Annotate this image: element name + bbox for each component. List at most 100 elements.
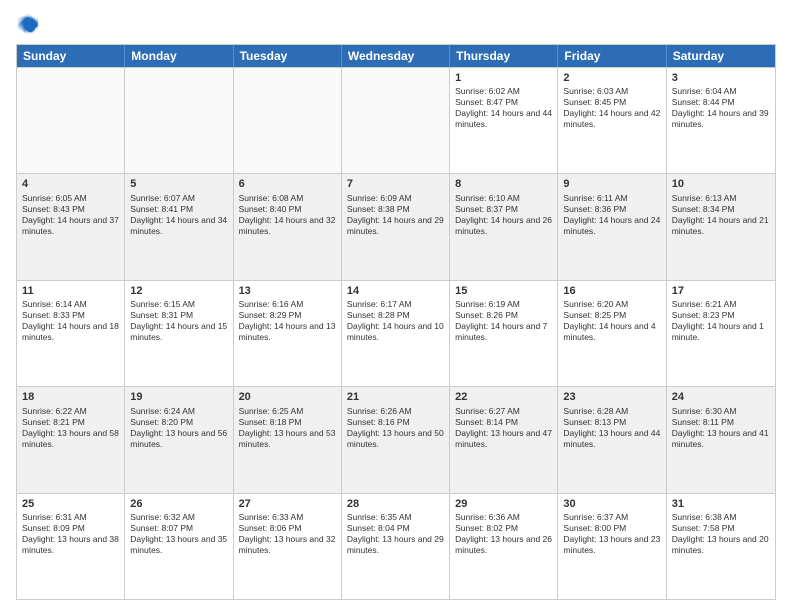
date-info: Sunrise: 6:17 AM Sunset: 8:28 PM Dayligh…	[347, 299, 444, 343]
date-info: Sunrise: 6:33 AM Sunset: 8:06 PM Dayligh…	[239, 512, 336, 556]
date-info: Sunrise: 6:32 AM Sunset: 8:07 PM Dayligh…	[130, 512, 227, 556]
date-number: 14	[347, 284, 444, 298]
date-number: 20	[239, 390, 336, 404]
calendar-cell: 14Sunrise: 6:17 AM Sunset: 8:28 PM Dayli…	[342, 281, 450, 386]
calendar-cell: 19 Sunrise: 6:24 AM Sunset: 8:20 PM Dayli…	[125, 387, 233, 492]
date-number: 16	[563, 284, 660, 298]
date-number: 30	[563, 497, 660, 511]
date-info: Sunrise: 6:24 AM Sunset: 8:20 PM Dayligh…	[130, 406, 227, 450]
date-info: Sunrise: 6:19 AM Sunset: 8:26 PM Dayligh…	[455, 299, 552, 343]
calendar-cell: 1Sunrise: 6:02 AM Sunset: 8:47 PM Daylig…	[450, 68, 558, 173]
logo-icon	[16, 12, 40, 36]
date-info: Sunrise: 6:35 AM Sunset: 8:04 PM Dayligh…	[347, 512, 444, 556]
date-info: Sunrise: 6:30 AM Sunset: 8:11 PM Dayligh…	[672, 406, 770, 450]
day-header-thursday: Thursday	[450, 45, 558, 67]
date-number: 11	[22, 284, 119, 298]
date-number: 7	[347, 177, 444, 191]
date-info: Sunrise: 6:11 AM Sunset: 8:36 PM Dayligh…	[563, 193, 660, 237]
date-number: 15	[455, 284, 552, 298]
calendar-cell: 6 Sunrise: 6:08 AM Sunset: 8:40 PM Daylig…	[234, 174, 342, 279]
calendar-cell: 9 Sunrise: 6:11 AM Sunset: 8:36 PM Daylig…	[558, 174, 666, 279]
date-info: Sunrise: 6:15 AM Sunset: 8:31 PM Dayligh…	[130, 299, 227, 343]
date-number: 25	[22, 497, 119, 511]
date-info: Sunrise: 6:36 AM Sunset: 8:02 PM Dayligh…	[455, 512, 552, 556]
date-number: 17	[672, 284, 770, 298]
calendar-cell: 8 Sunrise: 6:10 AM Sunset: 8:37 PM Daylig…	[450, 174, 558, 279]
calendar-cell: 17Sunrise: 6:21 AM Sunset: 8:23 PM Dayli…	[667, 281, 775, 386]
date-info: Sunrise: 6:08 AM Sunset: 8:40 PM Dayligh…	[239, 193, 336, 237]
date-info: Sunrise: 6:27 AM Sunset: 8:14 PM Dayligh…	[455, 406, 552, 450]
calendar-cell: 21 Sunrise: 6:26 AM Sunset: 8:16 PM Dayli…	[342, 387, 450, 492]
date-number: 26	[130, 497, 227, 511]
date-info: Sunrise: 6:07 AM Sunset: 8:41 PM Dayligh…	[130, 193, 227, 237]
date-info: Sunrise: 6:28 AM Sunset: 8:13 PM Dayligh…	[563, 406, 660, 450]
calendar-cell: 25Sunrise: 6:31 AM Sunset: 8:09 PM Dayli…	[17, 494, 125, 599]
date-info: Sunrise: 6:13 AM Sunset: 8:34 PM Dayligh…	[672, 193, 770, 237]
calendar-cell: 24 Sunrise: 6:30 AM Sunset: 8:11 PM Dayli…	[667, 387, 775, 492]
calendar-cell: 7 Sunrise: 6:09 AM Sunset: 8:38 PM Daylig…	[342, 174, 450, 279]
date-number: 24	[672, 390, 770, 404]
date-info: Sunrise: 6:16 AM Sunset: 8:29 PM Dayligh…	[239, 299, 336, 343]
calendar-cell: 11Sunrise: 6:14 AM Sunset: 8:33 PM Dayli…	[17, 281, 125, 386]
date-number: 21	[347, 390, 444, 404]
date-info: Sunrise: 6:10 AM Sunset: 8:37 PM Dayligh…	[455, 193, 552, 237]
calendar-row-2: 11Sunrise: 6:14 AM Sunset: 8:33 PM Dayli…	[17, 280, 775, 386]
date-info: Sunrise: 6:22 AM Sunset: 8:21 PM Dayligh…	[22, 406, 119, 450]
date-info: Sunrise: 6:05 AM Sunset: 8:43 PM Dayligh…	[22, 193, 119, 237]
calendar-cell	[17, 68, 125, 173]
calendar-body: 1Sunrise: 6:02 AM Sunset: 8:47 PM Daylig…	[17, 67, 775, 599]
date-info: Sunrise: 6:37 AM Sunset: 8:00 PM Dayligh…	[563, 512, 660, 556]
date-info: Sunrise: 6:04 AM Sunset: 8:44 PM Dayligh…	[672, 86, 770, 130]
calendar-cell: 27Sunrise: 6:33 AM Sunset: 8:06 PM Dayli…	[234, 494, 342, 599]
calendar-cell: 29Sunrise: 6:36 AM Sunset: 8:02 PM Dayli…	[450, 494, 558, 599]
calendar-cell: 4Sunrise: 6:05 AM Sunset: 8:43 PM Daylig…	[17, 174, 125, 279]
date-number: 10	[672, 177, 770, 191]
calendar-cell	[125, 68, 233, 173]
day-header-monday: Monday	[125, 45, 233, 67]
calendar-row-3: 18 Sunrise: 6:22 AM Sunset: 8:21 PM Dayli…	[17, 386, 775, 492]
day-header-saturday: Saturday	[667, 45, 775, 67]
calendar-cell: 23 Sunrise: 6:28 AM Sunset: 8:13 PM Dayli…	[558, 387, 666, 492]
date-number: 23	[563, 390, 660, 404]
calendar-row-0: 1Sunrise: 6:02 AM Sunset: 8:47 PM Daylig…	[17, 67, 775, 173]
date-number: 1	[455, 71, 552, 85]
date-number: 3	[672, 71, 770, 85]
header	[16, 12, 776, 36]
date-info: Sunrise: 6:20 AM Sunset: 8:25 PM Dayligh…	[563, 299, 660, 343]
calendar-cell	[234, 68, 342, 173]
date-number: 22	[455, 390, 552, 404]
date-number: 8	[455, 177, 552, 191]
date-info: Sunrise: 6:09 AM Sunset: 8:38 PM Dayligh…	[347, 193, 444, 237]
date-number: 6	[239, 177, 336, 191]
calendar-cell: 22 Sunrise: 6:27 AM Sunset: 8:14 PM Dayli…	[450, 387, 558, 492]
logo	[16, 12, 44, 36]
page: SundayMondayTuesdayWednesdayThursdayFrid…	[0, 0, 792, 612]
date-info: Sunrise: 6:31 AM Sunset: 8:09 PM Dayligh…	[22, 512, 119, 556]
date-number: 29	[455, 497, 552, 511]
calendar-cell: 13Sunrise: 6:16 AM Sunset: 8:29 PM Dayli…	[234, 281, 342, 386]
day-header-wednesday: Wednesday	[342, 45, 450, 67]
date-number: 9	[563, 177, 660, 191]
date-number: 18	[22, 390, 119, 404]
date-number: 19	[130, 390, 227, 404]
calendar-cell: 18 Sunrise: 6:22 AM Sunset: 8:21 PM Dayli…	[17, 387, 125, 492]
calendar-cell	[342, 68, 450, 173]
calendar-cell: 15Sunrise: 6:19 AM Sunset: 8:26 PM Dayli…	[450, 281, 558, 386]
date-info: Sunrise: 6:38 AM Sunset: 7:58 PM Dayligh…	[672, 512, 770, 556]
date-info: Sunrise: 6:26 AM Sunset: 8:16 PM Dayligh…	[347, 406, 444, 450]
date-number: 13	[239, 284, 336, 298]
date-number: 27	[239, 497, 336, 511]
calendar-cell: 10 Sunrise: 6:13 AM Sunset: 8:34 PM Dayli…	[667, 174, 775, 279]
calendar-cell: 2Sunrise: 6:03 AM Sunset: 8:45 PM Daylig…	[558, 68, 666, 173]
calendar-header: SundayMondayTuesdayWednesdayThursdayFrid…	[17, 45, 775, 67]
calendar-cell: 26Sunrise: 6:32 AM Sunset: 8:07 PM Dayli…	[125, 494, 233, 599]
calendar: SundayMondayTuesdayWednesdayThursdayFrid…	[16, 44, 776, 600]
day-header-sunday: Sunday	[17, 45, 125, 67]
date-number: 5	[130, 177, 227, 191]
date-info: Sunrise: 6:21 AM Sunset: 8:23 PM Dayligh…	[672, 299, 770, 343]
date-info: Sunrise: 6:03 AM Sunset: 8:45 PM Dayligh…	[563, 86, 660, 130]
calendar-cell: 30Sunrise: 6:37 AM Sunset: 8:00 PM Dayli…	[558, 494, 666, 599]
date-number: 12	[130, 284, 227, 298]
calendar-cell: 5 Sunrise: 6:07 AM Sunset: 8:41 PM Daylig…	[125, 174, 233, 279]
day-header-tuesday: Tuesday	[234, 45, 342, 67]
